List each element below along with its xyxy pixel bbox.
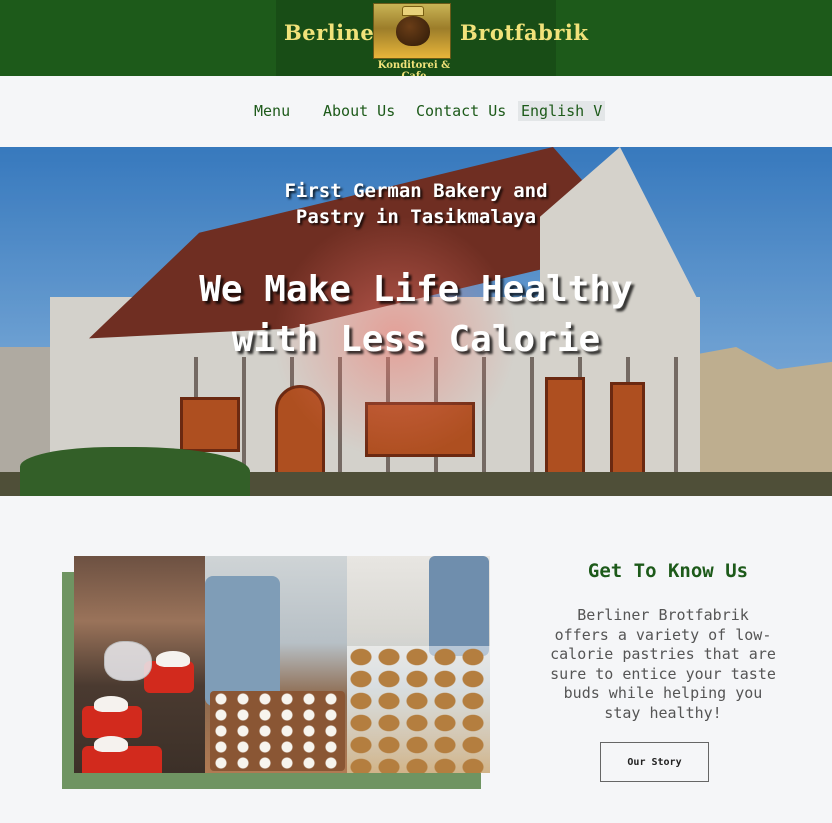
baker-apron: [205, 576, 280, 706]
pastry-boxes: [347, 646, 490, 773]
red-velvet-cake: [82, 696, 142, 738]
photo-packed-pastries: [347, 556, 490, 773]
hero-title: We Make Life Healthy with Less Calorie: [199, 269, 633, 360]
header-bar: Berliner Brotfabrik Konditorei & Cafe: [0, 0, 832, 82]
bakery-photo-collage: [74, 556, 490, 773]
main-nav: Menu About Us Contact Us English V: [0, 76, 832, 147]
nav-menu-link[interactable]: Menu: [254, 102, 290, 120]
baker-apron: [429, 556, 489, 656]
brand-logo[interactable]: Berliner Brotfabrik Konditorei & Cafe: [276, 0, 588, 82]
our-story-button[interactable]: Our Story: [600, 742, 709, 782]
nav-contact-link[interactable]: Contact Us: [416, 102, 506, 120]
language-selector[interactable]: English V: [518, 101, 606, 121]
photo-baking-tray: [205, 556, 347, 773]
red-velvet-cake: [82, 736, 162, 773]
bread-icon: [396, 16, 430, 46]
bakery-emblem-icon: [373, 3, 451, 59]
baking-tray: [210, 691, 345, 771]
hero-banner: First German Bakery and Pastry in Tasikm…: [0, 147, 832, 496]
about-description: Berliner Brotfabrik offers a variety of …: [550, 606, 776, 722]
photo-cake-decorating: [74, 556, 205, 773]
hero-subtitle: First German Bakery and Pastry in Tasikm…: [284, 180, 548, 228]
brand-name-left: Berliner: [284, 20, 386, 45]
brand-name-right: Brotfabrik: [460, 20, 589, 45]
nav-about-link[interactable]: About Us: [323, 102, 395, 120]
gloved-hand: [104, 641, 152, 681]
about-heading: Get To Know Us: [587, 560, 749, 582]
about-section: Get To Know Us Berliner Brotfabrik offer…: [0, 496, 832, 823]
crown-icon: [402, 6, 424, 16]
